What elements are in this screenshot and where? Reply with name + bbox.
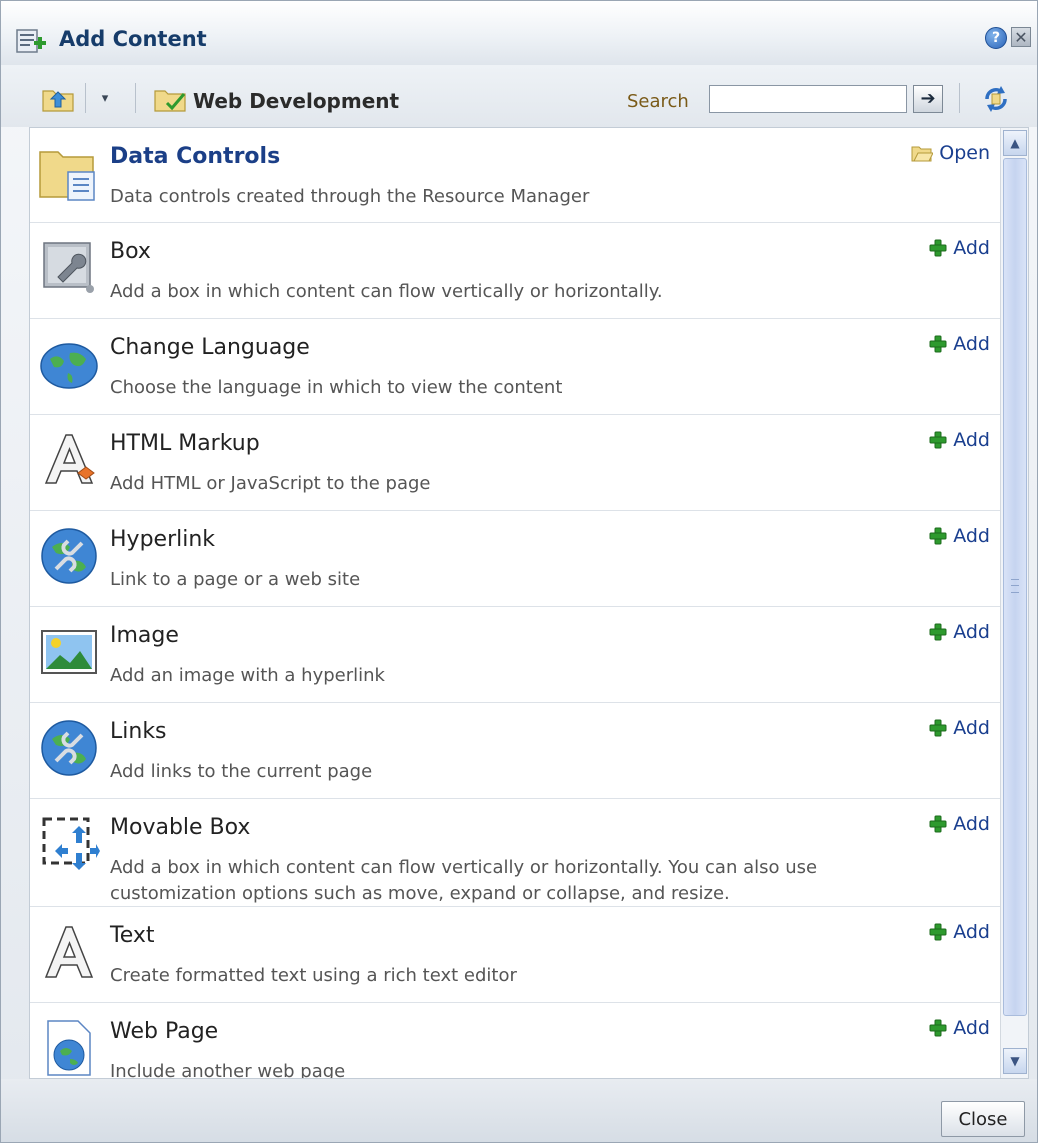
list-item[interactable]: Movable Box Add a box in which content ca…: [30, 799, 1000, 907]
plus-icon: [929, 239, 947, 257]
add-button[interactable]: Add: [929, 525, 990, 547]
toolbar-separator: [85, 83, 86, 113]
content-list-panel: Data Controls Data controls created throu…: [29, 127, 1029, 1079]
item-title[interactable]: Data Controls: [110, 144, 280, 169]
open-button[interactable]: Open: [911, 142, 990, 164]
add-button[interactable]: Add: [929, 921, 990, 943]
vertical-scrollbar[interactable]: ▲ ▼: [1000, 128, 1028, 1078]
item-description: Include another web page: [110, 1061, 346, 1079]
scroll-down-button[interactable]: ▼: [1003, 1048, 1027, 1074]
plus-icon: [929, 335, 947, 353]
links-globe-icon: [38, 717, 100, 779]
list-item[interactable]: Links Add links to the current page Add: [30, 703, 1000, 799]
plus-icon: [929, 431, 947, 449]
image-icon: [38, 621, 100, 683]
list-item[interactable]: Web Page Include another web page Add: [30, 1003, 1000, 1079]
plus-icon: [929, 923, 947, 941]
dialog-title: Add Content: [59, 27, 207, 51]
action-label: Add: [953, 921, 990, 943]
action-label: Add: [953, 621, 990, 643]
item-description: Add HTML or JavaScript to the page: [110, 473, 431, 494]
item-title: Box: [110, 239, 151, 264]
item-description: Choose the language in which to view the…: [110, 377, 563, 398]
toolbar: ▾ Web Development Search ➔: [1, 65, 1037, 127]
scroll-thumb[interactable]: [1003, 158, 1027, 1016]
action-label: Add: [953, 237, 990, 259]
toolbar-separator: [135, 83, 136, 113]
item-title: Change Language: [110, 335, 310, 360]
data-controls-folder-icon: [38, 142, 100, 204]
item-title: Image: [110, 623, 179, 648]
item-description: Add links to the current page: [110, 761, 373, 782]
action-label: Add: [953, 525, 990, 547]
list-item[interactable]: Data Controls Data controls created throu…: [30, 128, 1000, 223]
plus-icon: [929, 815, 947, 833]
hyperlink-globe-icon: [38, 525, 100, 587]
action-label: Add: [953, 333, 990, 355]
plus-icon: [929, 719, 947, 737]
action-label: Add: [953, 717, 990, 739]
folder-icon: [154, 90, 186, 112]
plus-icon: [929, 1019, 947, 1037]
close-button[interactable]: Close: [941, 1101, 1025, 1137]
list-item[interactable]: Box Add a box in which content can flow v…: [30, 223, 1000, 319]
item-title: HTML Markup: [110, 431, 260, 456]
refresh-icon[interactable]: [979, 83, 1013, 115]
item-description: Add an image with a hyperlink: [110, 665, 385, 686]
item-description: Create formatted text using a rich text …: [110, 965, 517, 986]
item-title: Hyperlink: [110, 527, 216, 552]
item-title: Links: [110, 719, 167, 744]
item-title: Text: [110, 923, 155, 948]
item-description: Add a box in which content can flow vert…: [110, 857, 818, 904]
add-button[interactable]: Add: [929, 429, 990, 451]
scroll-up-button[interactable]: ▲: [1003, 130, 1027, 156]
scroll-grip: [1011, 579, 1019, 593]
html-markup-icon: [38, 429, 100, 491]
up-folder-icon[interactable]: [41, 85, 77, 113]
add-button[interactable]: Add: [929, 237, 990, 259]
list-item[interactable]: HTML Markup Add HTML or JavaScript to the…: [30, 415, 1000, 511]
add-content-icon: [16, 29, 46, 53]
toolbar-separator: [959, 83, 960, 113]
chevron-down-icon[interactable]: ▾: [95, 89, 115, 109]
open-folder-icon: [911, 144, 934, 162]
box-wrench-icon: [38, 237, 100, 299]
help-icon[interactable]: ?: [985, 27, 1007, 49]
list-item[interactable]: Text Create formatted text using a rich t…: [30, 907, 1000, 1003]
close-icon[interactable]: ✕: [1011, 27, 1031, 47]
list-item[interactable]: Hyperlink Link to a page or a web site Add: [30, 511, 1000, 607]
add-button[interactable]: Add: [929, 621, 990, 643]
add-content-dialog: Add Content ? ✕ ▾ Web Development Search…: [0, 0, 1038, 1143]
title-bar: Add Content ? ✕: [1, 1, 1037, 66]
add-button[interactable]: Add: [929, 1017, 990, 1039]
item-title: Movable Box: [110, 815, 251, 840]
search-go-button[interactable]: ➔: [913, 85, 943, 113]
plus-icon: [929, 623, 947, 641]
add-button[interactable]: Add: [929, 717, 990, 739]
item-description: Link to a page or a web site: [110, 569, 361, 590]
action-label: Add: [953, 813, 990, 835]
web-page-icon: [38, 1017, 100, 1078]
item-description: Data controls created through the Resour…: [110, 186, 590, 207]
add-button[interactable]: Add: [929, 333, 990, 355]
dialog-footer: Close: [1, 1079, 1037, 1142]
item-title: Web Page: [110, 1019, 219, 1044]
add-button[interactable]: Add: [929, 813, 990, 835]
list-item[interactable]: Image Add an image with a hyperlink Add: [30, 607, 1000, 703]
action-label: Add: [953, 1017, 990, 1039]
item-description: Add a box in which content can flow vert…: [110, 281, 663, 302]
action-label: Open: [939, 142, 990, 164]
globe-icon: [38, 333, 100, 395]
text-icon: [38, 921, 100, 983]
action-label: Add: [953, 429, 990, 451]
movable-box-icon: [38, 813, 100, 875]
plus-icon: [929, 527, 947, 545]
search-input[interactable]: [709, 85, 907, 113]
breadcrumb[interactable]: Web Development: [193, 89, 399, 113]
list-item[interactable]: Change Language Choose the language in wh…: [30, 319, 1000, 415]
search-label: Search: [627, 91, 689, 112]
